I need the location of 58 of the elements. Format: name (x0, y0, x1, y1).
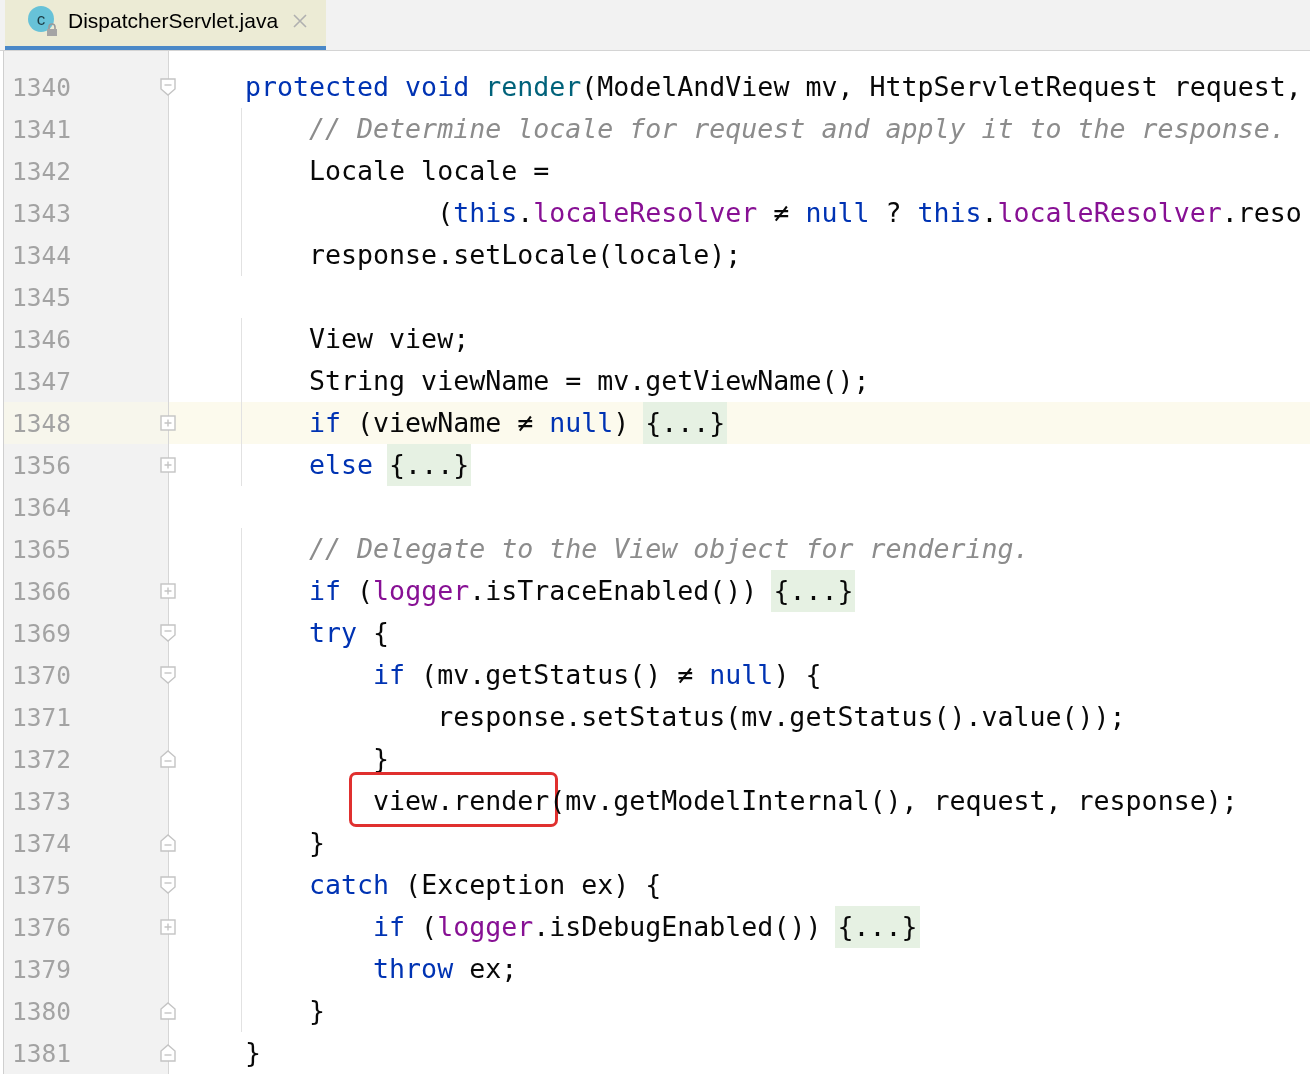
code-line: // Delegate to the View object for rendering. (308, 532, 1030, 566)
code-line: if (mv.getStatus() ≠ null) { (372, 658, 822, 692)
expand-icon[interactable] (160, 582, 176, 600)
line-number: 1375 (12, 870, 71, 900)
code-line: Locale locale = (308, 154, 550, 188)
line-number: 1344 (12, 240, 71, 270)
code-line: // Determine locale for request and apply it to the response. (308, 112, 1286, 146)
code-line: throw ex; (372, 952, 518, 986)
line-number: 1346 (12, 324, 71, 354)
code-line: if (viewName ≠ null) {...} (245, 402, 726, 444)
line-number: 1364 (12, 492, 71, 522)
expand-icon[interactable] (160, 414, 176, 432)
line-number: 1373 (12, 786, 71, 816)
code-line: } (308, 826, 326, 860)
line-number: 1365 (12, 534, 71, 564)
line-number: 1347 (12, 366, 71, 396)
code-line: if (logger.isTraceEnabled()) {...} (245, 570, 854, 612)
code-line: (this.localeResolver ≠ null ? this.localeResolver.reso (436, 196, 1302, 230)
line-number: 1342 (12, 156, 71, 186)
editor-tab[interactable]: c DispatcherServlet.java (5, 0, 327, 50)
collapse-icon[interactable] (160, 750, 176, 768)
code-line: String viewName = mv.getViewName(); (308, 364, 870, 398)
line-number: 1356 (12, 450, 71, 480)
line-number: 1340 (12, 72, 71, 102)
code-line: if (logger.isDebugEnabled()) {...} (245, 906, 918, 948)
collapse-icon[interactable] (160, 1044, 176, 1062)
collapse-icon[interactable] (160, 834, 176, 852)
line-number: 1379 (12, 954, 71, 984)
line-number: 1372 (12, 744, 71, 774)
code-line: try { (308, 616, 390, 650)
line-number: 1381 (12, 1038, 71, 1068)
collapse-icon[interactable] (160, 1002, 176, 1020)
code-line: protected void render(ModelAndView mv, HttpServletRequest request, (245, 70, 1302, 104)
collapse-icon[interactable] (160, 666, 176, 684)
code-line: View view; (308, 322, 470, 356)
code-line: response.setLocale(locale); (308, 238, 742, 272)
collapse-icon[interactable] (160, 876, 176, 894)
code-line: response.setStatus(mv.getStatus().value()); (436, 700, 1126, 734)
close-icon[interactable] (292, 13, 309, 29)
line-number: 1371 (12, 702, 71, 732)
line-number: 1374 (12, 828, 71, 858)
code-line: else {...} (245, 444, 470, 486)
line-number: 1341 (12, 114, 71, 144)
collapse-icon[interactable] (160, 624, 176, 642)
line-number: 1369 (12, 618, 71, 648)
expand-icon[interactable] (160, 456, 176, 474)
line-number: 1376 (12, 912, 71, 942)
line-number: 1380 (12, 996, 71, 1026)
line-number: 1348 (12, 408, 71, 438)
code-line: } (308, 994, 326, 1028)
collapse-icon[interactable] (160, 78, 176, 96)
code-line: } (245, 1036, 261, 1070)
line-number: 1345 (12, 282, 71, 312)
line-number: 1370 (12, 660, 71, 690)
line-number: 1343 (12, 198, 71, 228)
code-line: catch (Exception ex) { (308, 868, 662, 902)
line-number: 1366 (12, 576, 71, 606)
expand-icon[interactable] (160, 918, 176, 936)
